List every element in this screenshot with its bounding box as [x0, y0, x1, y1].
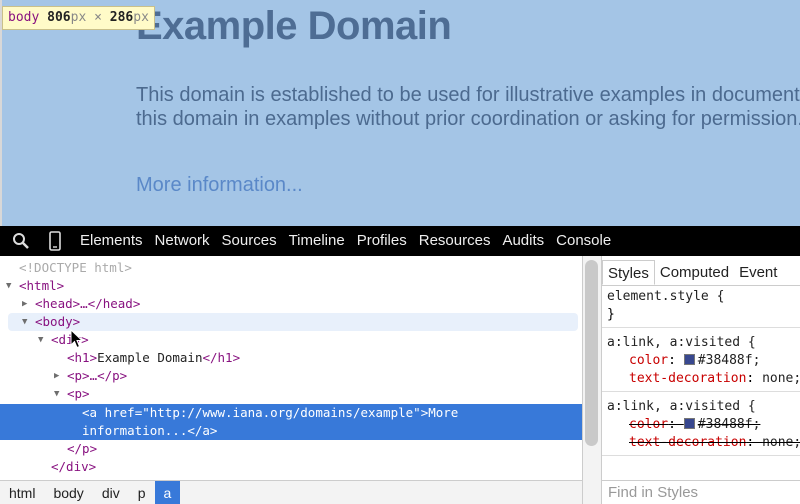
dom-node-html[interactable]: ▼ <html>	[0, 277, 582, 295]
rule-element-style[interactable]: element.style { }	[602, 287, 800, 328]
breadcrumb-body[interactable]: body	[44, 481, 92, 504]
prop-color-overridden[interactable]: color: #38488f;	[607, 416, 795, 434]
tab-audits[interactable]: Audits	[496, 226, 550, 256]
prop-name: color	[629, 353, 669, 368]
prop-value: #38488f;	[697, 353, 761, 368]
device-mode-icon[interactable]	[44, 230, 66, 252]
rule-selector: a:link, a:visited {	[607, 399, 756, 414]
p-open-tag: <p>	[67, 386, 90, 401]
prop-value: #38488f;	[697, 417, 761, 432]
breadcrumb: html body div p a	[0, 480, 582, 504]
tab-styles[interactable]: Styles	[602, 260, 655, 285]
rule-a-link[interactable]: a:link, a:visited { color: #38488f; text…	[602, 328, 800, 392]
breadcrumb-a[interactable]: a	[154, 480, 181, 504]
prop-name: color	[629, 417, 669, 432]
a-close-tag: </a>	[187, 423, 218, 438]
page-paragraph: This domain is established to be used fo…	[136, 84, 800, 130]
dom-node-p-close[interactable]: </p>	[0, 440, 582, 458]
tab-timeline[interactable]: Timeline	[283, 226, 351, 256]
tooltip-unit: px	[133, 10, 149, 25]
styles-pane: Styles Computed Event element.style { } …	[602, 256, 800, 504]
dom-node-div-close[interactable]: </div>	[0, 458, 582, 476]
dom-node-head[interactable]: ▶ <head>…</head>	[0, 295, 582, 313]
p-close-tag: </p>	[67, 441, 98, 456]
a-attr-name: href	[104, 405, 135, 420]
devtools-toolbar: Elements Network Sources Timeline Profil…	[0, 226, 800, 256]
dom-node-a-selected[interactable]: <a href="http://www.iana.org/domains/exa…	[0, 404, 582, 440]
p-collapsed-tag: <p>…</p>	[67, 368, 128, 383]
color-swatch-icon[interactable]	[683, 418, 695, 429]
rule-selector: element.style {	[607, 289, 725, 304]
doctype-text: <!DOCTYPE html>	[19, 260, 132, 275]
expand-triangle-icon[interactable]: ▼	[22, 313, 27, 331]
expand-triangle-icon[interactable]: ▼	[38, 331, 43, 349]
dom-node-h1[interactable]: <h1>Example Domain</h1>	[0, 349, 582, 367]
tooltip-times: ×	[94, 10, 102, 25]
breadcrumb-p[interactable]: p	[129, 481, 155, 504]
expand-triangle-icon[interactable]: ▼	[6, 277, 11, 295]
collapse-triangle-icon[interactable]: ▶	[54, 367, 59, 385]
prop-text-decoration[interactable]: text-decoration: none;	[607, 370, 800, 388]
dom-tree-scrollbar[interactable]	[585, 260, 598, 446]
prop-name: text-decoration	[629, 435, 747, 450]
h1-close-tag: </h1>	[202, 350, 241, 365]
hover-highlight	[8, 313, 578, 331]
find-in-styles-input[interactable]	[608, 481, 798, 503]
a-text-2: information...	[82, 423, 188, 438]
a-open-tag: <a	[82, 405, 98, 420]
dom-node-div[interactable]: ▼ <div>	[0, 331, 582, 349]
search-icon[interactable]	[10, 230, 32, 252]
prop-value: none;	[762, 435, 800, 450]
collapse-triangle-icon[interactable]: ▶	[22, 295, 27, 313]
page-more-info-link[interactable]: More information...	[136, 174, 303, 197]
find-in-styles	[602, 480, 800, 504]
prop-value: none;	[762, 371, 800, 386]
prop-text-decoration-overridden[interactable]: text-decoration: none;	[607, 434, 800, 452]
tooltip-tag: body	[8, 10, 40, 25]
tooltip-height: 286	[109, 10, 134, 25]
tab-computed[interactable]: Computed	[655, 260, 734, 285]
prop-name: text-decoration	[629, 371, 747, 386]
color-swatch-icon[interactable]	[683, 354, 695, 365]
tab-network[interactable]: Network	[149, 226, 216, 256]
dom-node-doctype[interactable]: <!DOCTYPE html>	[0, 259, 582, 277]
page-viewport: Example Domain This domain is establishe…	[0, 0, 800, 226]
a-text-1: More	[428, 405, 459, 420]
tooltip-width: 806	[47, 10, 71, 25]
tab-resources[interactable]: Resources	[413, 226, 497, 256]
tab-console[interactable]: Console	[550, 226, 617, 256]
head-tag: <head>…</head>	[35, 296, 141, 311]
styles-rules: element.style { } a:link, a:visited { co…	[602, 287, 800, 456]
tab-event-listeners[interactable]: Event	[734, 260, 782, 285]
prop-color[interactable]: color: #38488f;	[607, 352, 795, 370]
rule-a-link-overridden[interactable]: a:link, a:visited { color: #38488f; text…	[602, 392, 800, 456]
dom-node-p-collapsed[interactable]: ▶ <p>…</p>	[0, 367, 582, 385]
h1-open-tag: <h1>	[67, 350, 98, 365]
rule-selector: a:link, a:visited {	[607, 335, 756, 350]
dom-node-p[interactable]: ▼ <p>	[0, 385, 582, 403]
rule-close: }	[607, 307, 615, 322]
tab-profiles[interactable]: Profiles	[351, 226, 413, 256]
h1-text: Example Domain	[97, 350, 203, 365]
tab-elements[interactable]: Elements	[74, 226, 149, 256]
styles-tabs: Styles Computed Event	[602, 260, 800, 286]
tab-sources[interactable]: Sources	[216, 226, 283, 256]
mouse-cursor-icon	[70, 329, 84, 349]
element-size-tooltip: body 806px × 286px	[2, 6, 155, 30]
viewport-edge	[0, 0, 2, 226]
a-attr-value: "http://www.iana.org/domains/example"	[142, 405, 421, 420]
dom-node-body[interactable]: ▼ <body>	[4, 313, 578, 331]
tooltip-unit: px	[70, 10, 87, 25]
breadcrumb-div[interactable]: div	[93, 481, 129, 504]
div-close-tag: </div>	[51, 459, 97, 474]
expand-triangle-icon[interactable]: ▼	[54, 385, 59, 403]
dom-tree-panel: <!DOCTYPE html> ▼ <html> ▶ <head>…</head…	[0, 256, 582, 480]
breadcrumb-html[interactable]: html	[0, 481, 44, 504]
html-open-tag: <html>	[19, 278, 65, 293]
page-heading: Example Domain	[136, 4, 452, 48]
